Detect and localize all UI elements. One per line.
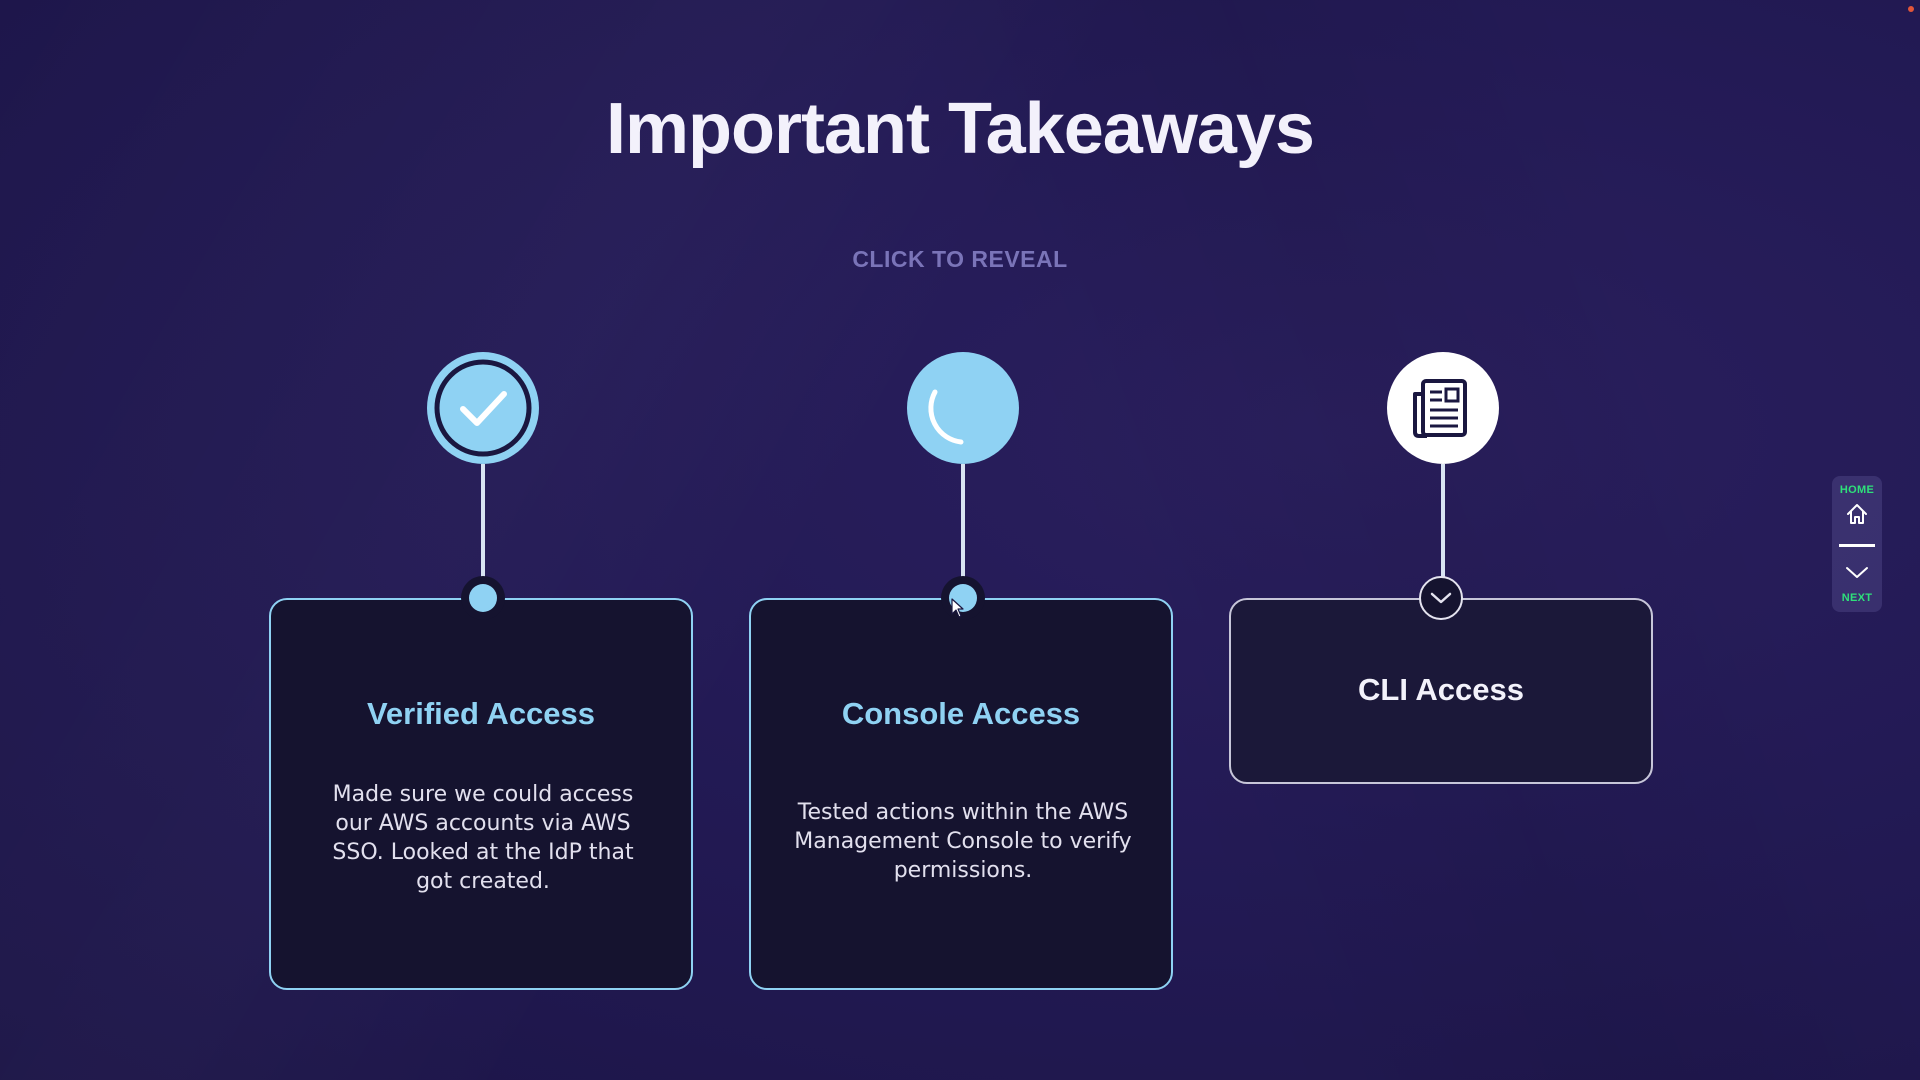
document-icon[interactable] bbox=[1387, 352, 1499, 464]
card-text: Made sure we could access our AWS accoun… bbox=[332, 782, 634, 894]
loading-icon[interactable] bbox=[907, 352, 1019, 464]
recording-indicator bbox=[1908, 6, 1914, 12]
connector-line bbox=[481, 464, 485, 596]
next-label[interactable]: NEXT bbox=[1832, 592, 1882, 604]
card-title: CLI Access bbox=[1358, 672, 1524, 707]
home-icon[interactable] bbox=[1845, 502, 1869, 526]
page-title: Important Takeaways bbox=[606, 89, 1315, 169]
takeaway-card[interactable]: Console Access Tested actions within the… bbox=[749, 598, 1173, 990]
takeaway-card[interactable]: Verified Access Made sure we could acces… bbox=[269, 598, 693, 990]
navigation-widget: HOME NEXT bbox=[1832, 476, 1882, 612]
nav-divider bbox=[1839, 544, 1875, 547]
home-label[interactable]: HOME bbox=[1832, 484, 1882, 496]
takeaway-card[interactable]: CLI Access bbox=[1229, 598, 1653, 784]
next-chevron-icon[interactable] bbox=[1845, 564, 1869, 582]
checkmark-icon[interactable] bbox=[427, 352, 539, 464]
chevron-down-icon bbox=[1430, 592, 1452, 604]
expand-chevron-button[interactable] bbox=[1419, 576, 1463, 620]
mouse-cursor-icon bbox=[951, 598, 965, 618]
click-to-reveal-instruction: CLICK TO REVEAL bbox=[852, 246, 1068, 272]
connector-dot bbox=[469, 584, 497, 612]
connector-line bbox=[961, 464, 965, 596]
card-title: Console Access bbox=[841, 696, 1081, 731]
card-title: Verified Access bbox=[366, 696, 596, 731]
card-text: Tested actions within the AWS Management… bbox=[794, 800, 1132, 883]
